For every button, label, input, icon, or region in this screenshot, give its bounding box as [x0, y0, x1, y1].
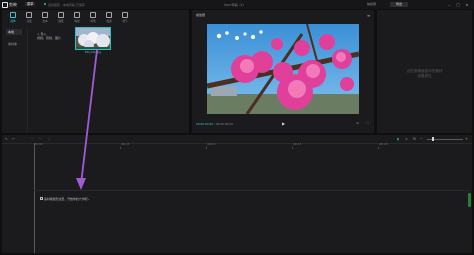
toolbar-item-label: 贴纸	[58, 20, 64, 23]
player-menu-icon[interactable]: ≡	[367, 13, 370, 18]
toolbar-item-0[interactable]: 媒体	[6, 11, 20, 25]
drop-hint: 素材拖拽到这里，开始你的大作吧~	[44, 197, 90, 201]
media-icon	[10, 12, 16, 18]
toolbar-item-label: 滤镜	[106, 20, 112, 23]
timecode: 00:00:00:00 / 00:00:00:00	[196, 122, 233, 126]
transition-icon	[90, 12, 96, 18]
toolbar-item-label: 媒体	[10, 20, 16, 23]
ruler-label: |00:05	[121, 143, 130, 146]
zoom-slider-knob[interactable]	[432, 137, 434, 141]
sidebar-item-local[interactable]: 本地	[6, 29, 22, 35]
timeline-toolbar	[2, 135, 472, 144]
properties-empty-text: 点击剪辑面板中的素材 查看属性	[377, 69, 472, 79]
menu-button[interactable]: 菜单	[25, 2, 36, 6]
ruler-tick	[292, 147, 293, 149]
ruler-label: 00:00	[35, 143, 43, 146]
export-button[interactable]: 导出	[390, 1, 408, 7]
toolbar-item-label: 文本	[42, 20, 48, 23]
shortcut-link[interactable]: 快捷键	[367, 2, 376, 6]
link-icon[interactable]: ∞	[405, 137, 408, 141]
toolbar-item-label: 转场	[90, 20, 96, 23]
undo-icon[interactable]: ↶	[31, 137, 34, 141]
sidebar-item-library[interactable]: 素材库	[6, 41, 22, 47]
total-time: 00:00:00:00	[215, 122, 233, 126]
app-name: 剪映	[9, 2, 17, 7]
sticker-icon	[58, 12, 64, 18]
toolbar-item-label: 调节	[122, 20, 128, 23]
autosave-status-icon	[44, 3, 46, 5]
toolbar-item-1[interactable]: 音频	[22, 11, 36, 25]
text-icon	[42, 12, 48, 18]
timeline-scroll-handle[interactable]	[468, 193, 471, 207]
document-title[interactable]: 0527草稿（1）	[224, 3, 246, 7]
thumbnail-image	[76, 28, 110, 49]
zoom-in-icon[interactable]: +	[465, 137, 468, 141]
toolbar-item-5[interactable]: 转场	[86, 11, 100, 25]
fullscreen-icon[interactable]: ⛶	[366, 121, 368, 125]
play-button-icon[interactable]: ▶	[282, 121, 285, 126]
filter-icon	[106, 12, 112, 18]
redo-icon[interactable]: ↷	[38, 137, 41, 141]
close-icon[interactable]: ×	[465, 3, 469, 7]
autosave-text: 自动保存 · 本地草稿 已保存	[48, 2, 85, 7]
track-divider	[34, 190, 470, 191]
toolbar-item-3[interactable]: 贴纸	[54, 11, 68, 25]
toolbar-item-7[interactable]: 调节	[118, 11, 132, 25]
properties-line-2: 查看属性	[417, 74, 432, 78]
toolbar-item-label: 特效	[74, 20, 80, 23]
select-tool-icon[interactable]: ↖	[5, 137, 8, 141]
current-time: 00:00:00:00	[196, 122, 214, 126]
app-logo-icon	[2, 2, 8, 8]
player-title: 播放器	[196, 13, 206, 17]
minimize-icon[interactable]: –	[447, 3, 451, 7]
media-thumbnail[interactable]	[75, 27, 111, 50]
toolbar-item-label: 音频	[26, 20, 32, 23]
preview-image	[207, 24, 359, 114]
split-icon[interactable]: ⌐	[12, 137, 15, 141]
playhead[interactable]	[34, 143, 35, 253]
ruler-tick	[120, 147, 121, 149]
ruler-label: |00:20	[379, 143, 388, 146]
media-drop-icon	[40, 197, 43, 200]
import-area[interactable]: + 导入 视频、音频、图片	[37, 32, 61, 40]
ruler-label: |00:10	[207, 143, 216, 146]
toolbar-item-4[interactable]: 特效	[70, 11, 84, 25]
ruler-tick	[206, 147, 207, 149]
maximize-icon[interactable]: □	[456, 3, 460, 7]
adjust-icon	[122, 12, 128, 18]
zoom-out-icon[interactable]: −	[420, 137, 423, 141]
import-hint: 视频、音频、图片	[37, 36, 62, 40]
video-preview[interactable]	[207, 24, 359, 114]
thumbnail-caption: IMG_0401.jpg	[84, 51, 102, 54]
timeline-panel	[2, 135, 472, 253]
effects-icon	[74, 12, 80, 18]
aspect-ratio-icon[interactable]: ▭	[356, 121, 359, 125]
ruler-label: |00:15	[293, 143, 302, 146]
toolbar-item-6[interactable]: 滤镜	[102, 11, 116, 25]
toolbar-item-2[interactable]: 文本	[38, 11, 52, 25]
preview-axis-icon[interactable]: ⊟	[413, 137, 416, 141]
delete-icon[interactable]: ▯	[48, 137, 50, 141]
audio-icon	[26, 12, 32, 18]
magnet-icon[interactable]: ◖	[397, 137, 399, 141]
ruler-tick	[378, 147, 379, 149]
